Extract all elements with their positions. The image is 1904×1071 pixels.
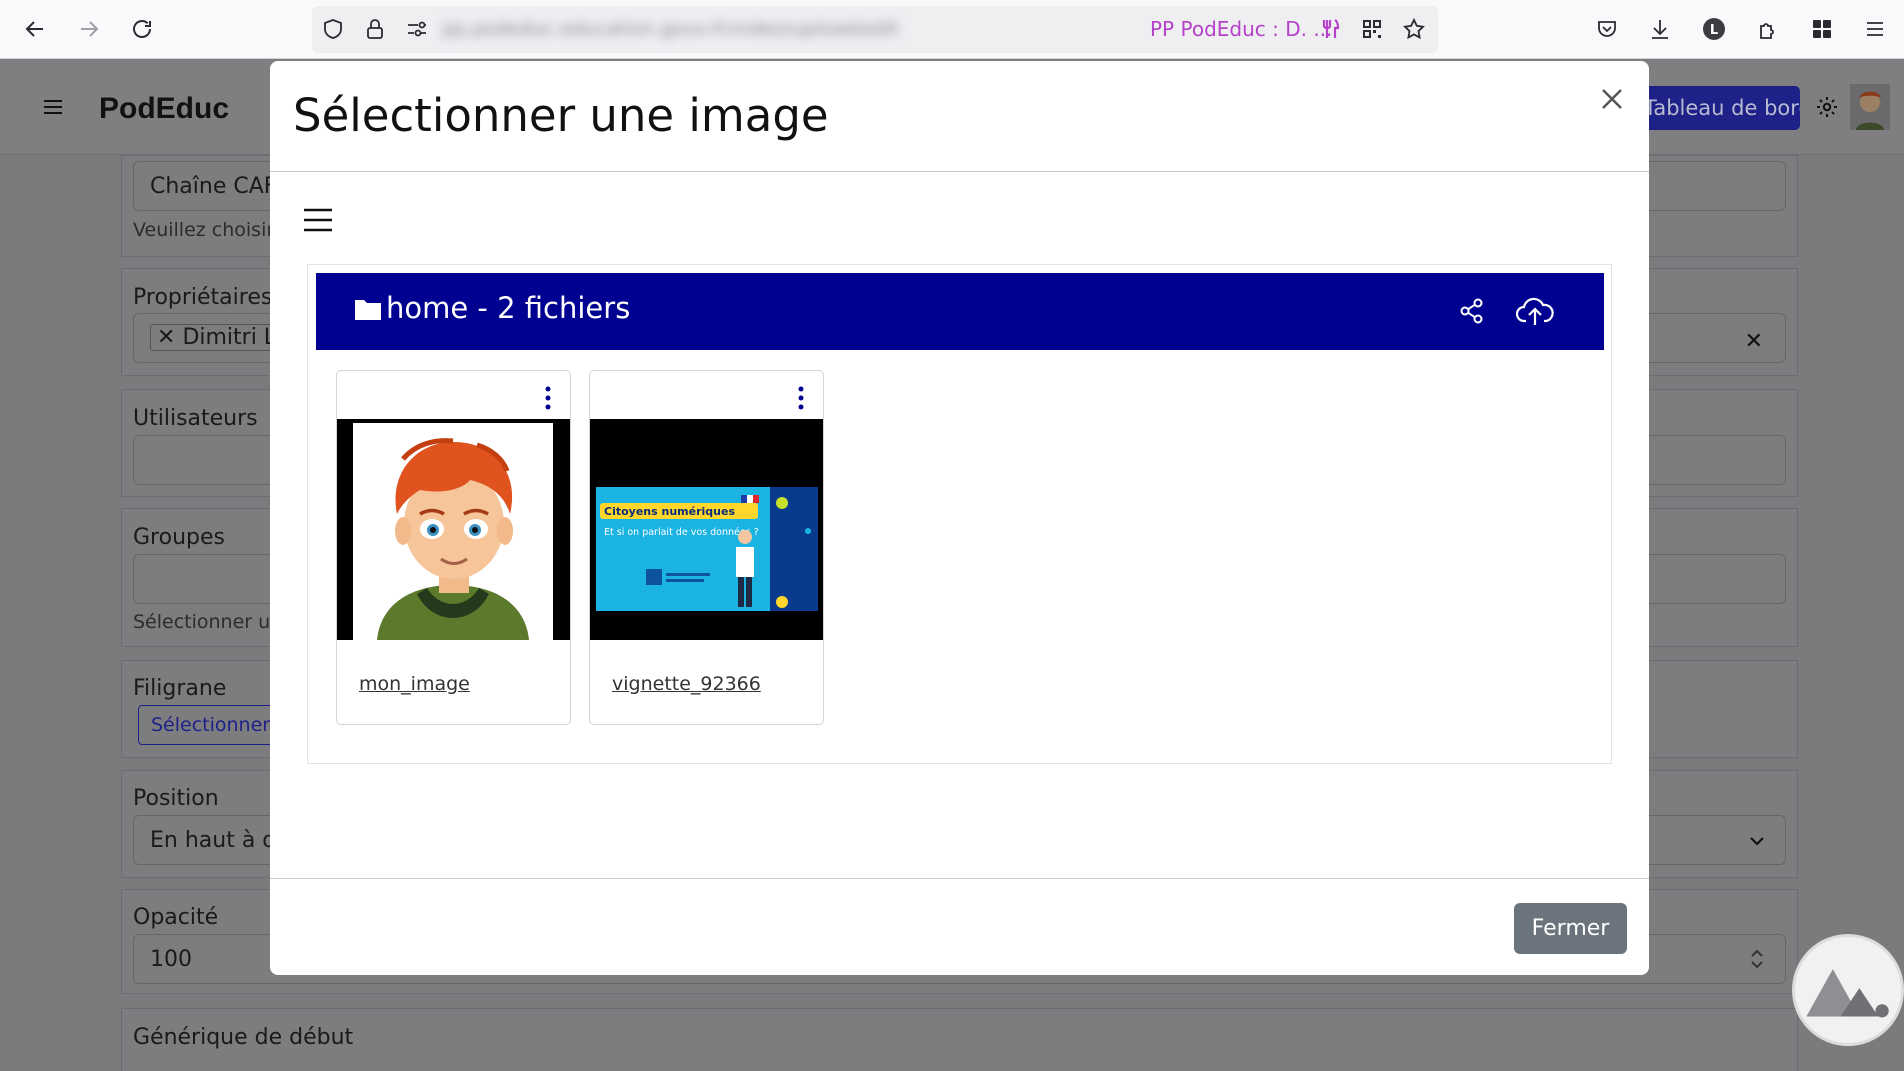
file-card[interactable]: Citoyens numériques Et si on parlait de … (589, 370, 824, 725)
file-name-link[interactable]: vignette_92366 (612, 673, 761, 695)
menu-icon[interactable] (1858, 12, 1892, 46)
file-card[interactable]: mon_image (336, 370, 571, 725)
thumb-title: Citoyens numériques (604, 505, 735, 518)
modal-footer-divider (270, 878, 1649, 879)
users-label: Utilisateurs (133, 406, 258, 431)
stepper-icon[interactable] (1749, 946, 1765, 972)
apps-icon[interactable] (1805, 12, 1839, 46)
forward-icon[interactable] (72, 12, 106, 46)
hamburger-icon[interactable] (303, 207, 333, 233)
clear-owners-icon[interactable]: ✕ (1745, 329, 1763, 354)
thumb-subtitle: Et si on parlait de vos données ? (604, 527, 759, 538)
folder-title: home - 2 fichiers (386, 291, 631, 325)
kebab-icon[interactable] (791, 385, 811, 411)
opacity-label: Opacité (133, 905, 219, 930)
groups-label: Groupes (133, 525, 225, 550)
share-icon[interactable] (1458, 297, 1486, 325)
chevron-down-icon (1747, 831, 1767, 851)
floating-assistant-button[interactable] (1792, 934, 1904, 1046)
modal-title: Sélectionner une image (293, 89, 829, 142)
back-icon[interactable] (18, 12, 52, 46)
extensions-icon[interactable] (1751, 12, 1785, 46)
intro-panel: Générique de début (121, 1008, 1798, 1071)
groups-help: Sélectionner un (133, 611, 283, 633)
close-icon[interactable] (1594, 81, 1630, 117)
reload-icon[interactable] (125, 12, 159, 46)
position-label: Position (133, 786, 219, 811)
folder-header: home - 2 fichiers (316, 273, 1604, 350)
address-bar[interactable]: pp.podeduc.education.gouv.fr/video/uploa… (312, 6, 1438, 53)
owners-label: Propriétaires (133, 285, 273, 310)
download-icon[interactable] (1643, 12, 1677, 46)
folder-icon (354, 297, 382, 321)
gear-icon[interactable] (1810, 90, 1844, 124)
fork-knife-icon[interactable] (1314, 12, 1348, 46)
sidebar-toggle-icon[interactable] (36, 90, 70, 124)
avatar[interactable] (1850, 84, 1890, 130)
star-icon[interactable] (1397, 12, 1431, 46)
intro-label: Générique de début (133, 1025, 354, 1050)
modal-header: Sélectionner une image (270, 61, 1649, 172)
browser-toolbar: pp.podeduc.education.gouv.fr/video/uploa… (0, 0, 1904, 59)
svg-text:L: L (1710, 23, 1718, 38)
select-image-modal: Sélectionner une image home - 2 fichiers (270, 61, 1649, 975)
image-thumbnail[interactable]: Citoyens numériques Et si on parlait de … (590, 419, 823, 640)
file-name-link[interactable]: mon_image (359, 673, 470, 695)
close-button[interactable]: Fermer (1514, 903, 1627, 954)
qr-icon[interactable] (1355, 12, 1389, 46)
pocket-icon[interactable] (1590, 12, 1624, 46)
page-tab-title: PP PodEduc : D. ... (1150, 17, 1333, 41)
channel-help: Veuillez choisir (133, 219, 275, 241)
watermark-label: Filigrane (133, 676, 227, 701)
shield-icon[interactable] (316, 12, 350, 46)
kebab-icon[interactable] (538, 385, 558, 411)
assistant-logo-icon (1806, 969, 1889, 1018)
lock-icon[interactable] (358, 12, 392, 46)
app-logo-name[interactable]: PodEduc (99, 92, 229, 126)
permissions-icon[interactable] (400, 12, 434, 46)
image-thumbnail[interactable] (337, 419, 570, 640)
account-icon[interactable]: L (1697, 12, 1731, 46)
watermark-select-button[interactable]: Sélectionner (138, 705, 288, 745)
url-text: pp.podeduc.education.gouv.fr/video/uploa… (442, 18, 899, 40)
cloud-upload-icon[interactable] (1515, 295, 1554, 327)
